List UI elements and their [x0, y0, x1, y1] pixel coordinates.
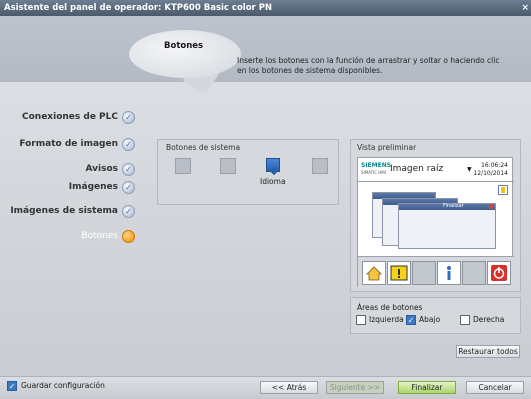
back-button[interactable]: << Atrás	[260, 381, 318, 394]
preview-button-row	[358, 256, 514, 288]
system-button-slot-1[interactable]	[175, 158, 191, 174]
bottom-area-label: Abajo	[419, 315, 441, 324]
check-icon: ✓	[122, 163, 135, 176]
finish-button[interactable]: Finalizar	[398, 381, 456, 394]
right-area-checkbox[interactable]	[460, 315, 470, 325]
info-icon	[437, 261, 461, 285]
nav-item-avisos[interactable]: Avisos ✓	[0, 162, 138, 178]
check-icon: ✓	[122, 181, 135, 194]
hmi-preview-screen: SIEMENS SIMATIC HMI Imagen raíz ▼ 16:06:…	[357, 157, 514, 288]
check-icon: ✓	[122, 138, 135, 151]
preview-title: Vista preliminar	[357, 143, 417, 152]
help-icon	[498, 185, 508, 195]
left-area-label: Izquierda	[369, 315, 404, 324]
header-bubble	[129, 30, 241, 78]
close-icon[interactable]: ×	[521, 0, 529, 16]
button-areas-title: Áreas de botones	[357, 303, 423, 312]
empty-button-slot	[412, 261, 436, 285]
warning-icon	[387, 261, 411, 285]
system-buttons-title: Botones de sistema	[166, 143, 241, 152]
nav-item-formato-imagen[interactable]: Formato de imagen ✓	[0, 137, 138, 153]
active-step-icon	[122, 230, 135, 243]
language-icon[interactable]	[266, 158, 280, 172]
system-button-slot-2[interactable]	[220, 158, 236, 174]
window-title: Asistente del panel de operador: KTP600 …	[4, 3, 273, 13]
clock-date: 12/10/2014	[473, 170, 508, 177]
check-icon: ✓	[122, 111, 135, 124]
system-button-label-idioma: Idioma	[260, 177, 286, 186]
clock-time: 16:06:24	[481, 162, 508, 169]
empty-button-slot	[462, 261, 486, 285]
page-description: Inserte los botones con la función de ar…	[237, 56, 500, 75]
window-title-bar: Asistente del panel de operador: KTP600 …	[0, 0, 531, 16]
nav-item-botones[interactable]: Botones	[0, 229, 138, 245]
nav-item-imagenes-sistema[interactable]: Imágenes de sistema ✓	[0, 204, 138, 220]
preview-window-3: Finalizar	[398, 203, 496, 249]
nav-item-label: Imágenes de sistema	[10, 206, 118, 216]
power-icon	[487, 261, 511, 285]
brand-sub: SIMATIC HMI	[361, 170, 386, 175]
cancel-button[interactable]: Cancelar	[466, 381, 524, 394]
next-button[interactable]: Siguiente >>	[326, 381, 384, 394]
check-icon: ✓	[122, 205, 135, 218]
nav-item-label: Formato de imagen	[19, 139, 118, 149]
nav-item-label: Avisos	[85, 164, 119, 174]
right-area-label: Derecha	[473, 315, 505, 324]
brand-logo: SIEMENS	[361, 162, 392, 169]
reset-all-button[interactable]: Restaurar todos	[456, 345, 520, 358]
screen-name: Imagen raíz	[390, 164, 444, 174]
nav-item-imagenes[interactable]: Imágenes ✓	[0, 180, 138, 196]
left-area-checkbox[interactable]	[356, 315, 366, 325]
home-icon	[362, 261, 386, 285]
window-bar: Finalizar	[399, 203, 495, 210]
page-title: Botones	[164, 41, 204, 51]
dropdown-arrow-icon: ▼	[467, 166, 472, 173]
nav-item-label: Conexiones de PLC	[22, 112, 118, 122]
preview-divider	[358, 181, 514, 182]
close-icon	[489, 204, 494, 209]
save-config-label: Guardar configuración	[21, 381, 105, 390]
bottom-area-checkbox[interactable]: ✓	[406, 315, 416, 325]
window-bar-label: Finalizar	[443, 203, 464, 209]
nav-item-conexiones-plc[interactable]: Conexiones de PLC ✓	[0, 110, 138, 126]
nav-item-label: Imágenes	[68, 182, 118, 192]
system-button-slot-4[interactable]	[312, 158, 328, 174]
nav-item-label: Botones	[81, 231, 118, 241]
save-config-checkbox[interactable]: ✓	[7, 381, 17, 391]
